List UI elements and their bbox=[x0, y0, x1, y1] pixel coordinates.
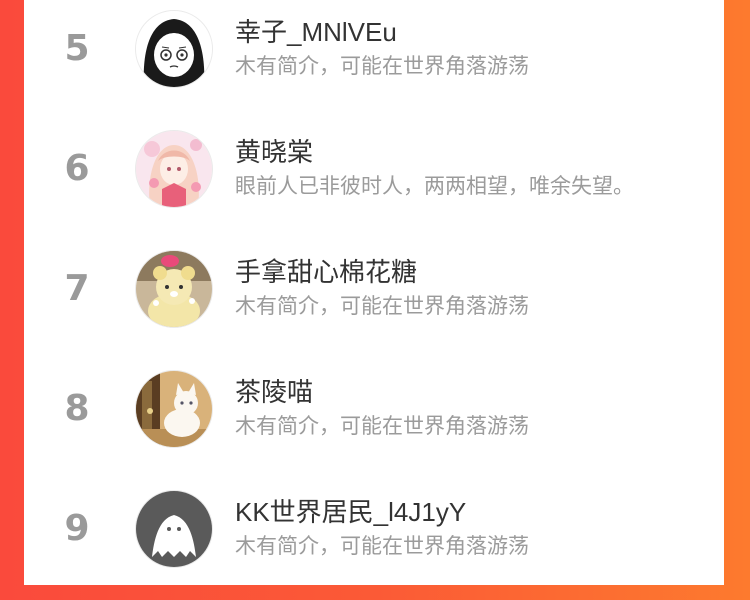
user-bio: 眼前人已非彼时人，两两相望，唯余失望。 bbox=[235, 175, 634, 198]
avatar[interactable] bbox=[135, 490, 213, 568]
user-name[interactable]: 黄晓棠 bbox=[235, 132, 313, 169]
user-bio: 木有简介，可能在世界角落游荡 bbox=[235, 295, 529, 318]
rank-number: 9 bbox=[64, 508, 90, 549]
avatar[interactable] bbox=[135, 10, 213, 88]
rank-number: 6 bbox=[64, 148, 90, 189]
rank-number: 8 bbox=[64, 388, 90, 429]
avatar[interactable] bbox=[135, 370, 213, 448]
user-name[interactable]: 手拿甜心棉花糖 bbox=[235, 252, 417, 289]
user-name[interactable]: KK世界居民_l4J1yY bbox=[235, 492, 466, 529]
user-bio: 木有简介，可能在世界角落游荡 bbox=[235, 55, 529, 78]
list-item[interactable]: 6 黄晓棠 眼前人已非彼时人，两两相望，唯余失望。 bbox=[24, 120, 724, 240]
rank-number: 5 bbox=[64, 28, 90, 69]
user-bio: 木有简介，可能在世界角落游荡 bbox=[235, 415, 529, 438]
list-item[interactable]: 7 手拿甜心棉花糖 木有简介，可能在世界角落游荡 bbox=[24, 240, 724, 360]
rank-number: 7 bbox=[64, 268, 90, 309]
ranking-list: 5 幸子_MNlVEu 木有简介，可能在世界角落游荡 6 黄晓棠 眼前人已非彼时… bbox=[24, 0, 724, 585]
user-bio: 木有简介，可能在世界角落游荡 bbox=[235, 535, 529, 558]
list-item[interactable]: 5 幸子_MNlVEu 木有简介，可能在世界角落游荡 bbox=[24, 0, 724, 120]
list-item[interactable]: 9 KK世界居民_l4J1yY 木有简介，可能在世界角落游荡 bbox=[24, 480, 724, 600]
avatar[interactable] bbox=[135, 250, 213, 328]
list-item[interactable]: 8 茶陵喵 木有简介，可能在世界角落游荡 bbox=[24, 360, 724, 480]
user-name[interactable]: 幸子_MNlVEu bbox=[235, 12, 397, 49]
avatar[interactable] bbox=[135, 130, 213, 208]
user-name[interactable]: 茶陵喵 bbox=[235, 372, 313, 409]
